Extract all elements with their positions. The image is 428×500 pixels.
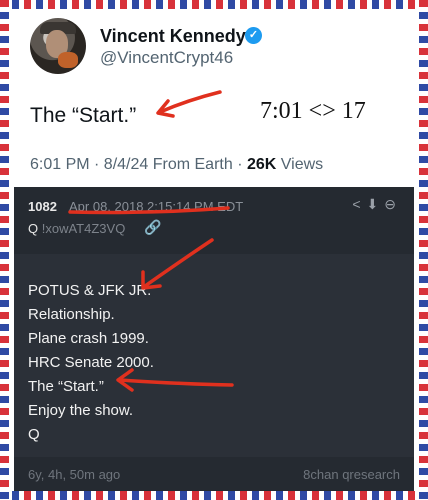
avatar[interactable] [30, 18, 86, 74]
q-post-footer: 6y, 4h, 50m ago 8chan qresearch [14, 457, 414, 491]
post-line: Q [28, 426, 40, 443]
post-actions: <⬇⊖ [352, 196, 402, 213]
download-icon[interactable]: ⬇ [367, 196, 385, 212]
tweet-timestamp[interactable]: 6:01 PM · 8/4/24 From Earth · [30, 156, 247, 173]
post-line: POTUS & JFK JR. [28, 282, 152, 299]
post-line: Plane crash 1999. [28, 330, 149, 347]
views-count: 26K [246, 156, 277, 173]
post-date: Apr 08, 2018 2:15:14 PM EDT [69, 199, 244, 214]
q-post-screenshot: 1082 Apr 08, 2018 2:15:14 PM EDT Q !xowA… [14, 187, 414, 491]
flag-border-right [419, 0, 428, 500]
close-icon[interactable]: ⊖ [384, 196, 402, 212]
author-q: Q [28, 221, 39, 236]
share-icon[interactable]: < [352, 196, 366, 212]
q-post-body: POTUS & JFK JR. Relationship. Plane cras… [28, 279, 398, 447]
tweet-text: The “Start.” [30, 104, 137, 127]
views-label: Views [276, 156, 324, 173]
post-number: 1082 [28, 199, 57, 214]
flag-border-top [0, 0, 428, 9]
avatar-dog [58, 52, 78, 68]
link-icon[interactable]: 🔗 [144, 219, 161, 236]
handwritten-note: 7:01 <> 17 [260, 98, 366, 124]
post-line: Enjoy the show. [28, 402, 134, 419]
post-line: HRC Senate 2000. [28, 354, 154, 371]
post-line: Relationship. [28, 306, 115, 323]
author-handle[interactable]: @VincentCrypt46 [100, 48, 233, 68]
post-author: Q !xowAT4Z3VQ [28, 221, 125, 236]
verified-badge-icon: ✓ [245, 27, 262, 44]
post-source: 8chan qresearch [303, 467, 400, 482]
tweet-meta: 6:01 PM · 8/4/24 From Earth · 26K Views [30, 156, 323, 174]
author-name[interactable]: Vincent Kennedy [100, 26, 246, 47]
post-line: The “Start.” [28, 378, 104, 395]
flag-border-bottom [0, 491, 428, 500]
flag-border-left [0, 0, 9, 500]
tweet-card: Vincent Kennedy ✓ @VincentCrypt46 The “S… [14, 10, 414, 180]
q-post-header: 1082 Apr 08, 2018 2:15:14 PM EDT Q !xowA… [14, 187, 414, 254]
tripcode: !xowAT4Z3VQ [41, 221, 126, 236]
post-age: 6y, 4h, 50m ago [28, 467, 121, 482]
